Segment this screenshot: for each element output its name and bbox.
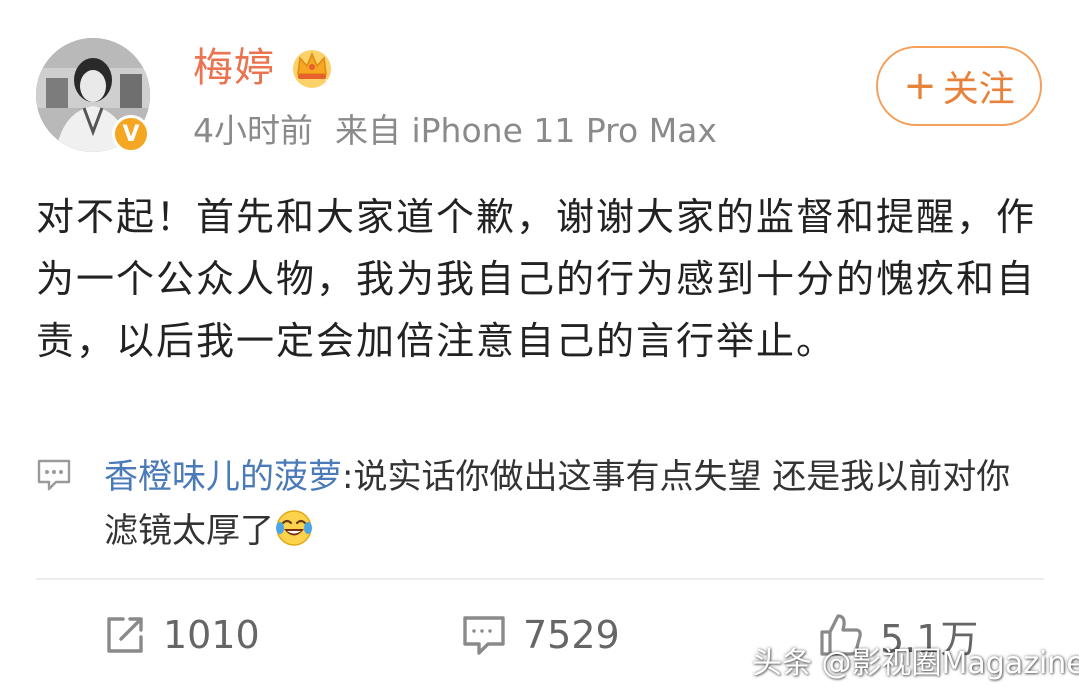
crown-member-icon[interactable]: 7 bbox=[289, 44, 335, 90]
laughing-crying-emoji-icon bbox=[276, 510, 312, 546]
comment-button[interactable]: 7529 bbox=[461, 600, 620, 670]
comment-icon bbox=[37, 459, 71, 491]
repost-icon bbox=[107, 617, 143, 653]
repost-button[interactable]: 1010 bbox=[103, 600, 260, 670]
repost-count: 1010 bbox=[163, 613, 260, 657]
comment-icon bbox=[463, 616, 505, 655]
verified-badge-icon: V bbox=[112, 115, 150, 153]
comment-count: 7529 bbox=[523, 613, 620, 657]
username[interactable]: 梅婷 bbox=[193, 42, 275, 94]
post-text: 对不起！首先和大家道个歉，谢谢大家的监督和提醒，作为一个公众人物，我为我自己的行… bbox=[36, 195, 1037, 363]
divider bbox=[36, 578, 1044, 580]
post-time: 4小时前 bbox=[193, 111, 313, 150]
svg-text:7: 7 bbox=[325, 79, 331, 89]
follow-label: 关注 bbox=[942, 69, 1015, 110]
follow-button[interactable]: + 关注 bbox=[876, 46, 1042, 126]
post-source: 来自 iPhone 11 Pro Max bbox=[335, 111, 717, 150]
post-meta: 4小时前 来自 iPhone 11 Pro Max bbox=[193, 108, 717, 154]
plus-icon: + bbox=[903, 63, 937, 109]
watermark: 头条 @影视圈Magazine bbox=[752, 646, 1079, 681]
comment-author[interactable]: 香橙味儿的菠萝 bbox=[104, 457, 342, 497]
comment-text: 香橙味儿的菠萝:说实话你做出这事有点失望 还是我以前对你滤镜太厚了 bbox=[104, 450, 1044, 558]
